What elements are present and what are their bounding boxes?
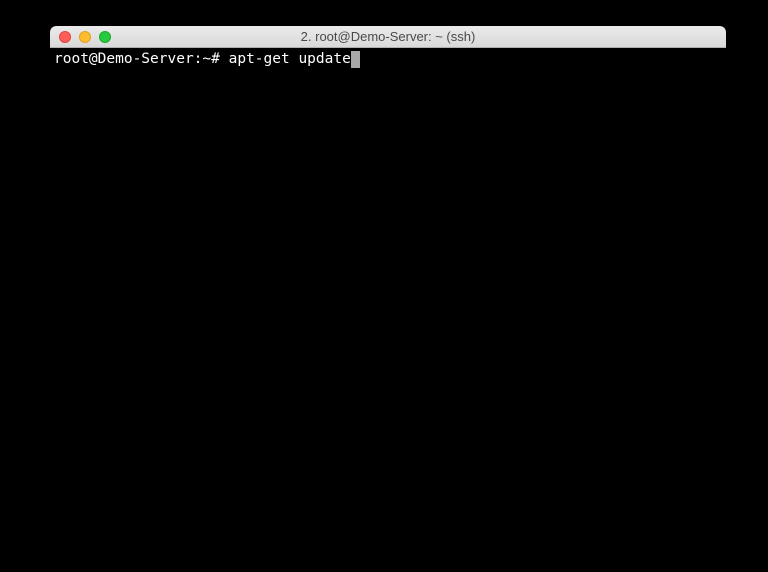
- shell-prompt: root@Demo-Server:~#: [54, 50, 229, 69]
- terminal-line: root@Demo-Server:~# apt-get update: [54, 50, 722, 69]
- zoom-button[interactable]: [99, 31, 111, 43]
- window-title: 2. root@Demo-Server: ~ (ssh): [50, 29, 726, 44]
- close-button[interactable]: [59, 31, 71, 43]
- terminal-body[interactable]: root@Demo-Server:~# apt-get update: [50, 48, 726, 546]
- window-title-bar[interactable]: 2. root@Demo-Server: ~ (ssh): [50, 26, 726, 48]
- traffic-lights: [50, 31, 111, 43]
- terminal-window: 2. root@Demo-Server: ~ (ssh) root@Demo-S…: [50, 26, 726, 546]
- shell-command: apt-get update: [229, 50, 351, 69]
- cursor-icon: [351, 51, 360, 68]
- minimize-button[interactable]: [79, 31, 91, 43]
